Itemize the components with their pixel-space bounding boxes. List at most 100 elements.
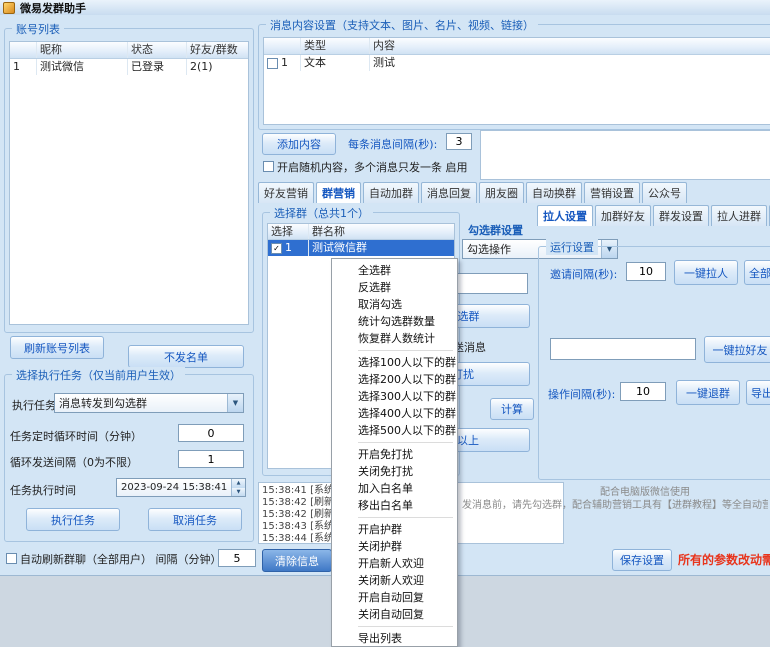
group-row-checkbox[interactable]: ✓ — [271, 243, 282, 254]
run-task-button[interactable]: 执行任务 — [26, 508, 120, 531]
message-row-content: 测试 — [370, 55, 770, 71]
tab-message-reply[interactable]: 消息回复 — [421, 182, 477, 203]
context-menu-item[interactable]: 关闭自动回复 — [332, 606, 457, 623]
menu-separator — [358, 350, 453, 351]
op-gap-input[interactable] — [620, 382, 666, 401]
context-menu-item[interactable]: 开启自动回复 — [332, 589, 457, 606]
invite-gap-input[interactable] — [626, 262, 666, 281]
tab-marketing-settings[interactable]: 营销设置 — [584, 182, 640, 203]
message-row-type: 文本 — [301, 55, 370, 71]
tab-auto-join-group[interactable]: 自动加群 — [363, 182, 419, 203]
context-menu-item[interactable]: 反选群 — [332, 279, 457, 296]
clear-log-button[interactable]: 清除信息 — [262, 549, 332, 572]
context-menu-item[interactable]: 导出列表 — [332, 630, 457, 647]
loop-time-label: 任务定时循环时间（分钟） — [10, 428, 142, 444]
app-icon — [3, 2, 15, 14]
run-settings-title: 运行设置 — [546, 239, 598, 255]
pull-friend-input[interactable] — [550, 338, 696, 360]
context-menu-item[interactable]: 统计勾选群数量 — [332, 313, 457, 330]
group-row-check-cell[interactable]: ✓ 1 — [268, 240, 309, 256]
group-col-check: 选择 — [268, 224, 309, 239]
tab-moments[interactable]: 朋友圈 — [479, 182, 524, 203]
tab-official-account[interactable]: 公众号 — [642, 182, 687, 203]
one-key-pull-friend-button[interactable]: 一键拉好友 — [704, 336, 770, 363]
save-settings-button[interactable]: 保存设置 — [612, 549, 672, 571]
pick-settings-label: 勾选群设置 — [468, 222, 523, 238]
account-table[interactable]: 昵称 状态 好友/群数 1 测试微信 已登录 2(1) — [9, 41, 249, 325]
message-gap-label: 每条消息间隔(秒): — [348, 136, 437, 152]
invite-gap-label: 邀请间隔(秒): — [550, 266, 617, 282]
message-panel-title: 消息内容设置（支持文本、图片、名片、视频、链接） — [266, 17, 538, 33]
message-row-checkbox[interactable] — [267, 58, 278, 69]
account-col-count: 好友/群数 — [187, 42, 248, 58]
task-panel-title: 选择执行任务（仅当前用户生效） — [12, 367, 185, 383]
context-menu-item[interactable]: 开启护群 — [332, 521, 457, 538]
auto-refresh-label: 自动刷新群聊（全部用户） 间隔（分钟） — [20, 551, 222, 567]
context-menu-item[interactable]: 开启新人欢迎 — [332, 555, 457, 572]
account-table-header: 昵称 状态 好友/群数 — [10, 42, 248, 59]
context-menu-item[interactable]: 选择400人以下的群 — [332, 405, 457, 422]
context-menu-item[interactable]: 全选群 — [332, 262, 457, 279]
spinner-down-icon[interactable]: ▼ — [232, 488, 245, 497]
calc-button[interactable]: 计算 — [490, 398, 534, 420]
context-menu-item[interactable]: 移出白名单 — [332, 497, 457, 514]
message-col-content: 内容 — [370, 38, 770, 54]
row3-more-button[interactable]: 导出 — [746, 380, 770, 405]
context-menu-item[interactable]: 恢复群人数统计 — [332, 330, 457, 347]
add-content-button[interactable]: 添加内容 — [262, 133, 336, 155]
menu-separator — [358, 517, 453, 518]
exec-time-value: 2023-09-24 15:38:41 — [117, 482, 231, 493]
account-panel-title: 账号列表 — [12, 21, 64, 37]
account-row-count: 2(1) — [187, 59, 248, 75]
context-menu-item[interactable]: 关闭护群 — [332, 538, 457, 555]
message-col-type: 类型 — [301, 38, 370, 54]
message-row-check-cell[interactable]: 1 — [264, 55, 301, 71]
message-panel: 消息内容设置（支持文本、图片、名片、视频、链接） 类型 内容 1 文本 测试 — [258, 24, 770, 130]
menu-separator — [358, 626, 453, 627]
send-gap-label: 循环发送间隔（0为不限） — [10, 454, 138, 470]
context-menu-item[interactable]: 取消勾选 — [332, 296, 457, 313]
one-key-invite-button[interactable]: 一键拉人 — [674, 260, 738, 285]
one-key-quit-group-button[interactable]: 一键退群 — [676, 380, 740, 405]
chevron-down-icon[interactable]: ▼ — [227, 394, 243, 412]
context-menu-item[interactable]: 关闭新人欢迎 — [332, 572, 457, 589]
exec-task-select[interactable]: 消息转发到勾选群 ▼ — [54, 393, 244, 413]
message-col-check — [264, 38, 301, 54]
context-menu-item[interactable]: 选择500人以下的群 — [332, 422, 457, 439]
tab-bulk-settings[interactable]: 群发设置 — [653, 205, 709, 226]
group-row[interactable]: ✓ 1 测试微信群 — [268, 240, 454, 256]
tab-invite-settings[interactable]: 拉人设置 — [537, 205, 593, 226]
message-row[interactable]: 1 文本 测试 — [264, 55, 770, 71]
tab-group-marketing[interactable]: 群营销 — [316, 182, 361, 203]
auto-refresh-checkbox[interactable] — [6, 553, 17, 564]
tab-auto-switch-group[interactable]: 自动换群 — [526, 182, 582, 203]
window-title: 微易发群助手 — [20, 0, 86, 16]
auto-refresh-interval-input[interactable] — [218, 549, 256, 567]
account-row-status: 已登录 — [128, 59, 187, 75]
random-content-checkbox[interactable] — [263, 161, 274, 172]
context-menu-item[interactable]: 选择200人以下的群 — [332, 371, 457, 388]
message-table[interactable]: 类型 内容 1 文本 测试 — [263, 37, 770, 125]
loop-time-input[interactable] — [178, 424, 244, 442]
row1-more-button[interactable]: 全部 — [744, 260, 770, 285]
account-row[interactable]: 1 测试微信 已登录 2(1) — [10, 59, 248, 75]
refresh-accounts-button[interactable]: 刷新账号列表 — [10, 336, 104, 359]
context-menu-item[interactable]: 选择300人以下的群 — [332, 388, 457, 405]
spinner-up-icon[interactable]: ▲ — [232, 479, 245, 488]
context-menu-item[interactable]: 加入白名单 — [332, 480, 457, 497]
context-menu-item[interactable]: 关闭免打扰 — [332, 463, 457, 480]
exec-time-picker[interactable]: 2023-09-24 15:38:41 ▲▼ — [116, 478, 246, 497]
message-preview-box[interactable] — [480, 130, 770, 180]
cancel-task-button[interactable]: 取消任务 — [148, 508, 242, 531]
op-gap-label: 操作间隔(秒): — [548, 386, 615, 402]
message-gap-input[interactable] — [446, 133, 472, 150]
send-gap-input[interactable] — [178, 450, 244, 468]
context-menu-item[interactable]: 开启免打扰 — [332, 446, 457, 463]
tab-add-group-friends[interactable]: 加群好友 — [595, 205, 651, 226]
tab-friend-marketing[interactable]: 好友营销 — [258, 182, 314, 203]
tab-pull-into-group[interactable]: 拉人进群 — [711, 205, 767, 226]
context-menu-item[interactable]: 选择100人以下的群 — [332, 354, 457, 371]
group-list-title: 选择群（总共1个） — [270, 205, 373, 221]
time-spinner[interactable]: ▲▼ — [231, 479, 245, 496]
no-send-list-button[interactable]: 不发名单 — [128, 345, 244, 368]
